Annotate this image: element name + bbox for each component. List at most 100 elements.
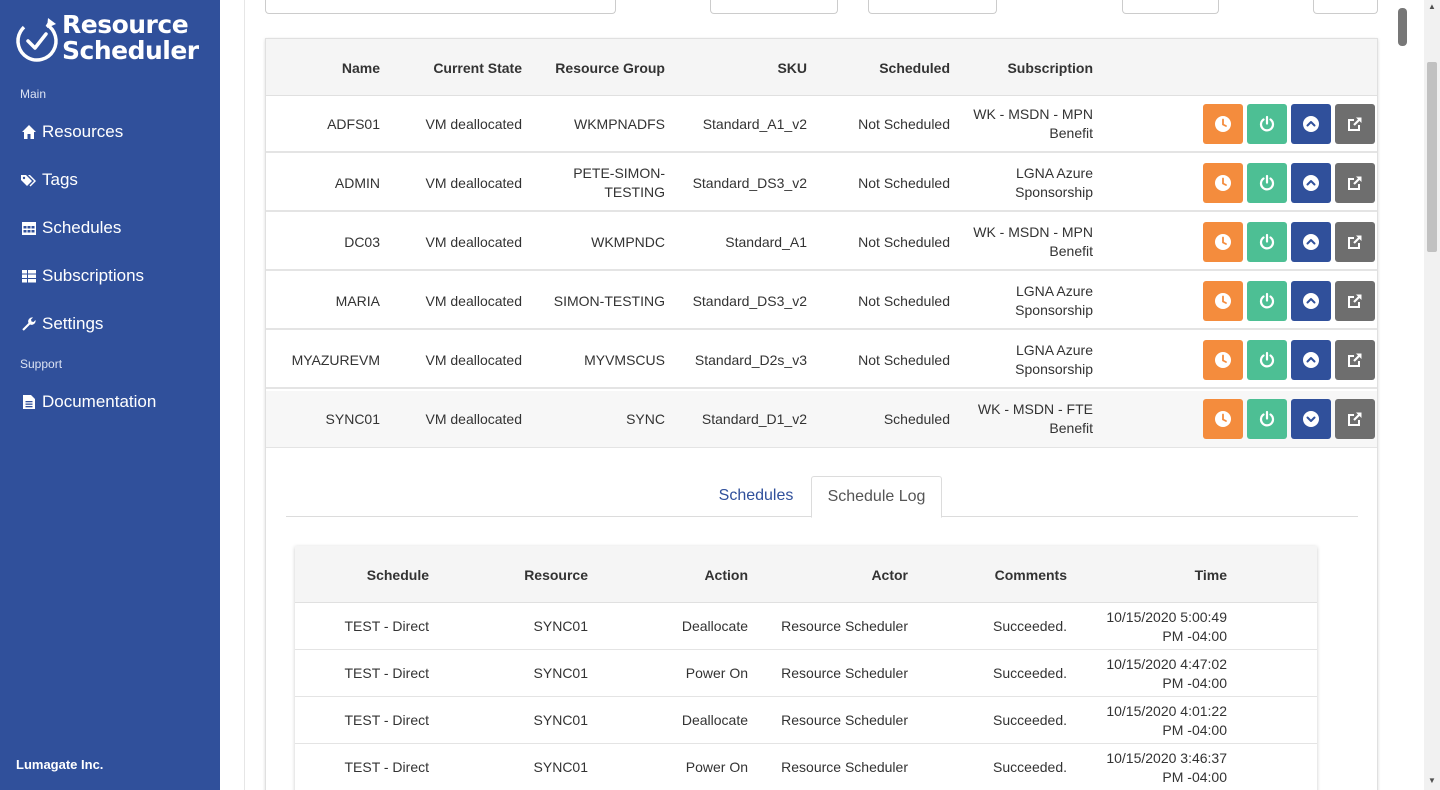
open-external-button[interactable]: [1335, 163, 1375, 203]
log-cell-schedule: TEST - Direct: [344, 618, 429, 634]
cell-subscription: LGNA Azure Sponsorship: [1015, 282, 1093, 320]
cell-sku: Standard_D1_v2: [701, 411, 807, 427]
expand-toggle-button[interactable]: [1291, 281, 1331, 321]
cell-sku: Standard_DS3_v2: [692, 175, 807, 191]
open-external-button[interactable]: [1335, 340, 1375, 380]
sidebar-item-resources[interactable]: Resources: [20, 117, 123, 147]
log-cell-comments: Succeeded.: [993, 712, 1067, 728]
schedule-button[interactable]: [1203, 281, 1243, 321]
page-scrollbar[interactable]: ▲ ▼: [1424, 0, 1440, 790]
column-header-name[interactable]: Name: [342, 60, 380, 76]
schedule-button[interactable]: [1203, 340, 1243, 380]
power-button[interactable]: [1247, 281, 1287, 321]
tab-schedules[interactable]: Schedules: [706, 476, 806, 518]
log-cell-schedule: TEST - Direct: [344, 712, 429, 728]
sidebar-item-label: Schedules: [42, 218, 122, 237]
search-input[interactable]: [265, 0, 616, 14]
cell-subscription: WK - MSDN - FTE Benefit: [978, 400, 1093, 438]
cell-group-line-1: SIMON-TESTING: [553, 293, 665, 309]
expand-toggle-button[interactable]: [1291, 340, 1331, 380]
log-time-line-1: 10/15/2020 5:00:49: [1106, 609, 1227, 625]
log-header-actor[interactable]: Actor: [871, 567, 908, 583]
sidebar-item-tags[interactable]: Tags: [20, 165, 78, 195]
table-row[interactable]: MARIA VM deallocated SIMON-TESTING Stand…: [266, 273, 1377, 330]
filter-dropdown-3[interactable]: [1122, 0, 1219, 14]
resources-table: Name Current State Resource Group SKU Sc…: [265, 38, 1378, 790]
inner-scroll-thumb[interactable]: [1398, 8, 1407, 46]
content-divider: [244, 0, 245, 790]
sidebar-item-label: Tags: [42, 170, 78, 189]
expand-toggle-button[interactable]: [1291, 104, 1331, 144]
filter-dropdown-1[interactable]: [710, 0, 838, 14]
log-row: TEST - Direct SYNC01 Deallocate Resource…: [295, 603, 1317, 650]
power-icon: [1258, 174, 1276, 192]
sidebar-item-subscriptions[interactable]: Subscriptions: [20, 261, 144, 291]
tab-schedule-log[interactable]: Schedule Log: [811, 476, 942, 518]
log-time-line-1: 10/15/2020 4:47:02: [1106, 656, 1227, 672]
chevron-up-icon: [1302, 351, 1320, 369]
cell-subscription: LGNA Azure Sponsorship: [1015, 164, 1093, 202]
column-header-state[interactable]: Current State: [433, 60, 522, 76]
expand-toggle-button[interactable]: [1291, 222, 1331, 262]
cell-subscription: LGNA Azure Sponsorship: [1015, 341, 1093, 379]
cell-sku: Standard_A1: [725, 234, 807, 250]
cell-sub-line-1: LGNA Azure: [1015, 283, 1093, 299]
filter-dropdown-2[interactable]: [868, 0, 997, 14]
expand-toggle-button[interactable]: [1291, 163, 1331, 203]
log-cell-resource: SYNC01: [533, 618, 588, 634]
schedule-button[interactable]: [1203, 399, 1243, 439]
table-row[interactable]: SYNC01 VM deallocated SYNC Standard_D1_v…: [266, 391, 1377, 448]
column-header-subscription[interactable]: Subscription: [1007, 60, 1093, 76]
schedule-button[interactable]: [1203, 163, 1243, 203]
cell-resource-group: MYVMSCUS: [584, 351, 665, 370]
power-button[interactable]: [1247, 222, 1287, 262]
table-row[interactable]: MYAZUREVM VM deallocated MYVMSCUS Standa…: [266, 332, 1377, 389]
scroll-up-arrow-icon[interactable]: ▲: [1427, 2, 1437, 12]
column-header-scheduled[interactable]: Scheduled: [879, 60, 950, 76]
main-content: Name Current State Resource Group SKU Sc…: [220, 0, 1424, 790]
log-header-time[interactable]: Time: [1195, 567, 1227, 583]
table-row[interactable]: ADMIN VM deallocated PETE-SIMON- TESTING…: [266, 155, 1377, 212]
schedule-button[interactable]: [1203, 104, 1243, 144]
scrollbar-thumb[interactable]: [1427, 62, 1437, 252]
log-header-comments[interactable]: Comments: [995, 567, 1067, 583]
power-button[interactable]: [1247, 104, 1287, 144]
chevron-up-icon: [1302, 174, 1320, 192]
cell-sub-line-1: LGNA Azure: [1015, 342, 1093, 358]
app-logo[interactable]: Resource Scheduler: [14, 12, 214, 68]
column-header-group[interactable]: Resource Group: [555, 60, 665, 76]
sidebar-item-label: Resources: [42, 122, 124, 141]
log-header-action[interactable]: Action: [704, 567, 748, 583]
table-header: Name Current State Resource Group SKU Sc…: [266, 39, 1377, 96]
table-row[interactable]: DC03 VM deallocated WKMPNDC Standard_A1 …: [266, 214, 1377, 271]
sidebar-item-documentation[interactable]: Documentation: [20, 387, 156, 417]
open-external-button[interactable]: [1335, 281, 1375, 321]
cell-name: DC03: [344, 234, 380, 250]
column-header-sku[interactable]: SKU: [777, 60, 807, 76]
table-row[interactable]: ADFS01 VM deallocated WKMPNADFS Standard…: [266, 96, 1377, 153]
log-row: TEST - Direct SYNC01 Power On Resource S…: [295, 744, 1317, 790]
document-icon: [20, 393, 38, 411]
scroll-down-arrow-icon[interactable]: ▼: [1427, 776, 1437, 786]
log-time-line-1: 10/15/2020 4:01:22: [1106, 703, 1227, 719]
power-button[interactable]: [1247, 340, 1287, 380]
power-button[interactable]: [1247, 163, 1287, 203]
open-external-button[interactable]: [1335, 222, 1375, 262]
log-row: TEST - Direct SYNC01 Deallocate Resource…: [295, 697, 1317, 744]
page-size-select[interactable]: [1313, 0, 1378, 14]
cell-name: MARIA: [335, 293, 380, 309]
open-external-button[interactable]: [1335, 399, 1375, 439]
expand-toggle-button[interactable]: [1291, 399, 1331, 439]
cell-name: ADMIN: [334, 175, 380, 191]
sidebar-item-schedules[interactable]: Schedules: [20, 213, 121, 243]
cell-sub-line-2: Benefit: [1049, 125, 1093, 141]
schedule-button[interactable]: [1203, 222, 1243, 262]
power-button[interactable]: [1247, 399, 1287, 439]
open-external-button[interactable]: [1335, 104, 1375, 144]
cell-name: SYNC01: [325, 411, 380, 427]
log-header-resource[interactable]: Resource: [524, 567, 588, 583]
sidebar-item-settings[interactable]: Settings: [20, 309, 103, 339]
log-cell-resource: SYNC01: [533, 665, 588, 681]
external-link-icon: [1346, 115, 1364, 133]
log-header-schedule[interactable]: Schedule: [367, 567, 429, 583]
